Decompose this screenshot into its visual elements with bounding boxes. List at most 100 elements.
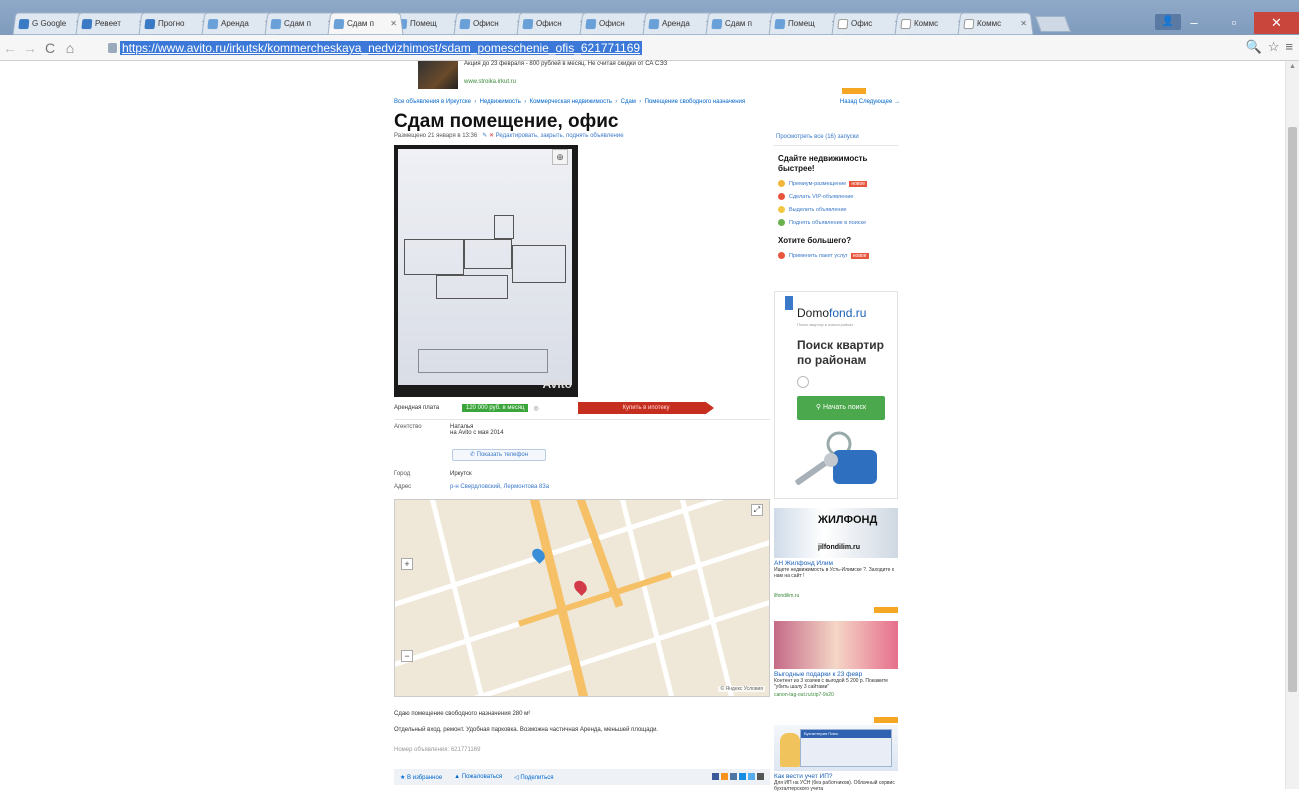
accounting-ad-image: Бухгалтерия Плюс: [774, 725, 898, 771]
sidebar: Просмотреть все (16) запуски Сдайте недв…: [774, 61, 900, 792]
service-highlight[interactable]: Выделить объявление: [778, 206, 894, 213]
back-arrow-icon[interactable]: ←: [0, 40, 20, 56]
service-premium[interactable]: Премиум-размещение новое: [778, 180, 894, 187]
odnoklassniki-icon[interactable]: [721, 773, 728, 780]
jilfond-ad[interactable]: ЖИЛФОНД jilfondilim.ru АН Жилфонд Илим И…: [774, 508, 898, 608]
show-phone-button[interactable]: ✆ Показать телефон: [452, 449, 546, 461]
tab-close-icon[interactable]: ✕: [390, 19, 398, 28]
url-text[interactable]: https://www.avito.ru/irkutsk/kommerchesk…: [120, 41, 643, 55]
google-icon: [18, 18, 30, 29]
floor-plan-image: [398, 149, 572, 385]
map-zoom-in-button[interactable]: +: [401, 558, 413, 570]
domofond-tagline: Поиск квартир в новостройках: [797, 322, 854, 327]
highlight-icon: [778, 206, 785, 213]
map-fullscreen-icon[interactable]: ⤢: [751, 504, 763, 516]
buy-mortgage-button[interactable]: Купить в ипотеку: [578, 402, 714, 414]
address-bar[interactable]: https://www.avito.ru/irkutsk/kommerchesk…: [108, 39, 1248, 57]
mail-icon: [81, 18, 93, 29]
view-all-link[interactable]: Просмотреть все (16) запуски: [776, 134, 859, 140]
banner-url[interactable]: www.stroika.irkut.ru: [464, 79, 667, 85]
zoom-icon[interactable]: 🔍: [1246, 39, 1262, 55]
tab-close-icon[interactable]: ✕: [1020, 19, 1028, 28]
maximize-button[interactable]: ▫: [1214, 12, 1254, 34]
avito-watermark: Avito: [542, 377, 572, 391]
arrow-circle-icon: [797, 376, 809, 388]
reload-icon[interactable]: C: [40, 40, 60, 56]
gifts-title[interactable]: Выгодные подарки к 23 февр: [774, 671, 898, 678]
more-share-icon[interactable]: [757, 773, 764, 780]
forward-arrow-icon[interactable]: →: [20, 40, 40, 56]
jilfond-site: jilfondilim.ru: [818, 544, 860, 551]
ad-label: [874, 607, 898, 613]
city-value: Иркутск: [450, 471, 472, 477]
listing-actions: ★ В избранное ▲ Пожаловаться ◁ Поделитьс…: [394, 769, 770, 785]
agency-row: Агентство Наталья на Avito с мая 2014: [394, 424, 504, 436]
mailru-icon[interactable]: [739, 773, 746, 780]
price-label: Арендная плата: [394, 405, 440, 411]
map-pin-icon[interactable]: [571, 578, 590, 596]
doc-icon: [900, 18, 912, 29]
location-map[interactable]: + − ⤢ © Яндекс Условия: [394, 499, 770, 697]
jilfond-url[interactable]: ilfondilim.ru: [774, 593, 898, 599]
toolbar-right-icons: 🔍 ☆ ≡: [1246, 39, 1293, 55]
page-scrollbar[interactable]: ▲: [1285, 61, 1299, 789]
browser-tab-strip: G Google✕ Ревеет✕ Прогно✕ Аренда✕ Сдам п…: [0, 0, 1299, 35]
service-raise[interactable]: Поднять объявление в поиске: [778, 219, 894, 226]
breadcrumb-item[interactable]: Помещение свободного назначения: [645, 99, 746, 105]
description-line: Сдаю помещение свободного назначения 280…: [394, 711, 531, 717]
new-tab-button[interactable]: [1035, 16, 1071, 32]
gifts-url[interactable]: canon-tag-out.ru/zip7-9x20: [774, 692, 898, 698]
accounting-title[interactable]: Как вести учет ИП?: [774, 773, 898, 780]
domofond-logo: Domofond.ru: [797, 306, 867, 320]
facebook-icon[interactable]: [712, 773, 719, 780]
breadcrumb-item[interactable]: Сдам: [621, 99, 636, 105]
phone-icon: ✆: [469, 452, 475, 458]
scroll-thumb[interactable]: [1288, 127, 1297, 692]
map-zoom-out-button[interactable]: −: [401, 650, 413, 662]
close-window-button[interactable]: ✕: [1254, 12, 1299, 34]
address-link[interactable]: р-н Свердловский, Лермонтова 83а: [450, 484, 549, 490]
description-line: Отдельный вход, ремонт. Удобная парковка…: [394, 727, 659, 733]
start-search-button[interactable]: ⚲ Начать поиск: [797, 396, 885, 420]
vk-icon[interactable]: [730, 773, 737, 780]
service-package[interactable]: Применить пакет услуг новое: [778, 252, 894, 259]
home-icon[interactable]: ⌂: [60, 40, 80, 56]
breadcrumb-item[interactable]: Все объявления в Иркутске: [394, 99, 471, 105]
social-icons: [712, 773, 764, 780]
city-label: Город: [394, 471, 411, 477]
share-link[interactable]: ◁ Поделиться: [514, 774, 553, 781]
map-copyright[interactable]: © Яндекс Условия: [718, 686, 765, 692]
listing-photo[interactable]: ⊕ Avito: [394, 145, 578, 397]
jilfond-brand: ЖИЛФОНД: [818, 514, 878, 526]
breadcrumb-item[interactable]: Коммерческая недвижимость: [530, 99, 612, 105]
tab-active[interactable]: Сдам п ✕: [327, 12, 404, 35]
avito-icon: [459, 18, 471, 29]
breadcrumb-item[interactable]: Недвижимость: [480, 99, 521, 105]
raise-icon: [778, 219, 785, 226]
add-to-favorites-link[interactable]: ★ В избранное: [400, 774, 442, 781]
avito-icon: [711, 18, 723, 29]
keys-lock-icon: [795, 431, 877, 485]
agency-since: на Avito с мая 2014: [450, 430, 504, 436]
minimize-button[interactable]: –: [1174, 12, 1214, 34]
twitter-icon[interactable]: [748, 773, 755, 780]
page-icon: [108, 43, 117, 53]
doc-icon: [837, 18, 849, 29]
scroll-up-icon[interactable]: ▲: [1289, 63, 1296, 70]
domofond-ad[interactable]: Domofond.ru Поиск квартир в новостройках…: [774, 291, 898, 499]
location-pin-icon: ⚲: [815, 404, 822, 411]
avito-icon: [774, 18, 786, 29]
bookmark-star-icon[interactable]: ☆: [1268, 39, 1280, 55]
menu-icon[interactable]: ≡: [1285, 39, 1293, 55]
accounting-ad[interactable]: Бухгалтерия Плюс Как вести учет ИП? Для …: [774, 725, 898, 792]
tab-doc-3[interactable]: Коммс ✕: [957, 12, 1034, 35]
ad-label: [874, 717, 898, 723]
address-label: Адрес: [394, 484, 412, 490]
gifts-ad[interactable]: Выгодные подарки к 23 февр Контент из 3 …: [774, 621, 898, 721]
jilfond-title[interactable]: АН Жилфонд Илим: [774, 560, 898, 567]
report-link[interactable]: ▲ Пожаловаться: [454, 774, 502, 780]
edit-listing-link[interactable]: Редактировать, закрыть, поднять объявлен…: [496, 133, 624, 139]
currency-icon[interactable]: ◎: [533, 405, 538, 412]
zoom-photo-icon[interactable]: ⊕: [552, 149, 568, 165]
service-vip[interactable]: Сделать VIP-объявление: [778, 193, 894, 200]
